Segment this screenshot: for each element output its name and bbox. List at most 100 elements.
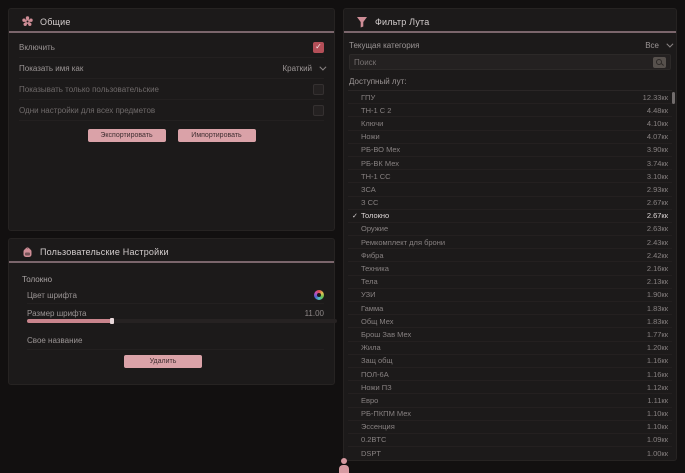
loot-row[interactable]: ПОЛ-6А1.16кк <box>348 368 672 381</box>
loot-row[interactable]: Гамма1.83кк <box>348 302 672 315</box>
available-loot-label: Доступный лут: <box>349 77 406 86</box>
loot-row[interactable]: Защ общ1.16кк <box>348 355 672 368</box>
import-button[interactable]: Импортировать <box>178 129 256 142</box>
font-size-label: Размер шрифта <box>27 309 86 318</box>
loot-row[interactable]: ТН-1 СС3.10кк <box>348 170 672 183</box>
loot-list: ГПУ12.33ккТН-1 С 24.48ккКлючи4.10ккНожи4… <box>348 90 672 457</box>
loot-filter-title: Фильтр Лута <box>375 17 429 27</box>
enable-row: Включить ✓ <box>19 37 324 58</box>
loot-row[interactable]: Ключи4.10кк <box>348 117 672 130</box>
only-custom-checkbox[interactable] <box>313 84 324 95</box>
enable-label: Включить <box>19 43 55 52</box>
loot-name: Эссенция <box>361 422 647 431</box>
loot-row[interactable]: Оружие2.63кк <box>348 223 672 236</box>
loot-row[interactable]: Ножи ПЗ1.12кк <box>348 381 672 394</box>
loot-row[interactable]: ЗСА2.93кк <box>348 183 672 196</box>
divider <box>9 31 334 33</box>
loot-name: Техника <box>361 264 647 273</box>
loot-row[interactable]: УЗИ1.90кк <box>348 289 672 302</box>
loot-value: 2.93кк <box>647 185 668 194</box>
category-value: Все <box>645 41 659 50</box>
loot-row[interactable]: ГПУ12.33кк <box>348 91 672 104</box>
custom-name-row: Свое название <box>27 332 324 350</box>
name-display-select[interactable]: Краткий <box>283 64 324 73</box>
name-display-label: Показать имя как <box>19 64 83 73</box>
loot-name: 0.2BTC <box>361 435 647 444</box>
loot-filter-panel: Фильтр Лута Текущая категория Все Поиск … <box>343 8 677 461</box>
loot-name: Брош Зав Мех <box>361 330 647 339</box>
name-display-value: Краткий <box>283 64 312 73</box>
loot-row[interactable]: Тела2.13кк <box>348 276 672 289</box>
loot-value: 4.07кк <box>647 132 668 141</box>
loot-row[interactable]: 0.2BTC1.09кк <box>348 434 672 447</box>
general-panel: Общие Включить ✓ Показать имя как Кратки… <box>8 8 335 231</box>
loot-row[interactable]: З СС2.67кк <box>348 197 672 210</box>
loot-value: 3.74кк <box>647 159 668 168</box>
delete-button[interactable]: Удалить <box>124 355 202 368</box>
loot-row[interactable]: Общ Мех1.83кк <box>348 315 672 328</box>
enable-checkbox[interactable]: ✓ <box>313 42 324 53</box>
loot-value: 1.10кк <box>647 422 668 431</box>
loot-row[interactable]: РБ-ВО Мех3.90кк <box>348 144 672 157</box>
loot-value: 1.16кк <box>647 370 668 379</box>
loot-value: 1.00кк <box>647 449 668 457</box>
loot-row[interactable]: Ножи4.07кк <box>348 131 672 144</box>
color-wheel-icon[interactable] <box>314 290 324 300</box>
slider-fill <box>27 319 112 323</box>
same-settings-label: Одни настройки для всех предметов <box>19 106 155 115</box>
loot-name: Ремкомплект для брони <box>361 238 647 247</box>
font-size-slider[interactable] <box>27 319 337 323</box>
loot-value: 1.09кк <box>647 435 668 444</box>
only-custom-row: Показывать только пользовательские <box>19 79 324 100</box>
loot-value: 1.77кк <box>647 330 668 339</box>
bottom-center-icon[interactable] <box>338 458 350 473</box>
loot-row[interactable]: Эссенция1.10кк <box>348 421 672 434</box>
icon-body <box>339 465 349 473</box>
loot-value: 1.83кк <box>647 304 668 313</box>
loot-name: ЗСА <box>361 185 647 194</box>
divider <box>9 261 334 263</box>
search-icon[interactable] <box>653 57 666 68</box>
custom-settings-header: Пользовательские Настройки <box>9 242 334 261</box>
custom-settings-title: Пользовательские Настройки <box>40 247 169 257</box>
category-row: Текущая категория Все <box>349 37 671 53</box>
loot-row[interactable]: РБ-ПКПМ Мех1.10кк <box>348 408 672 421</box>
category-label: Текущая категория <box>349 41 419 50</box>
custom-name-field[interactable]: Свое название <box>27 336 82 345</box>
loot-row[interactable]: Ремкомплект для брони2.43кк <box>348 236 672 249</box>
loot-value: 12.33кк <box>643 93 668 102</box>
loot-name: Ножи ПЗ <box>361 383 647 392</box>
check-icon: ✓ <box>352 212 361 220</box>
loot-row[interactable]: Евро1.11кк <box>348 394 672 407</box>
loot-row[interactable]: ✓Толокно2.67кк <box>348 210 672 223</box>
same-settings-checkbox[interactable] <box>313 105 324 116</box>
slider-handle[interactable] <box>110 318 114 324</box>
loot-name: Ножи <box>361 132 647 141</box>
loot-value: 2.42кк <box>647 251 668 260</box>
scrollbar-thumb[interactable] <box>672 92 675 104</box>
category-select[interactable]: Все <box>645 41 671 50</box>
loot-name: ТН-1 С 2 <box>361 106 647 115</box>
loot-row[interactable]: Жила1.20кк <box>348 342 672 355</box>
loot-row[interactable]: DSPT1.00кк <box>348 447 672 457</box>
backpack-icon <box>21 246 33 258</box>
loot-row[interactable]: Фибра2.42кк <box>348 249 672 262</box>
loot-row[interactable]: Брош Зав Мех1.77кк <box>348 328 672 341</box>
loot-row[interactable]: РБ-ВК Мех3.74кк <box>348 157 672 170</box>
search-input[interactable]: Поиск <box>349 54 671 70</box>
export-button[interactable]: Экспортировать <box>88 129 166 142</box>
font-color-row[interactable]: Цвет шрифта <box>27 287 324 304</box>
loot-name: УЗИ <box>361 290 647 299</box>
loot-row[interactable]: Техника2.16кк <box>348 262 672 275</box>
loot-value: 1.16кк <box>647 356 668 365</box>
loot-value: 3.90кк <box>647 145 668 154</box>
selected-item-label: Толокно <box>22 275 52 284</box>
search-placeholder: Поиск <box>354 58 376 67</box>
loot-name: Общ Мех <box>361 317 647 326</box>
gear-flower-icon <box>21 16 33 28</box>
general-panel-title: Общие <box>40 17 71 27</box>
loot-row[interactable]: ТН-1 С 24.48кк <box>348 104 672 117</box>
loot-name: ПОЛ-6А <box>361 370 647 379</box>
loot-name: З СС <box>361 198 647 207</box>
loot-name: РБ-ВО Мех <box>361 145 647 154</box>
